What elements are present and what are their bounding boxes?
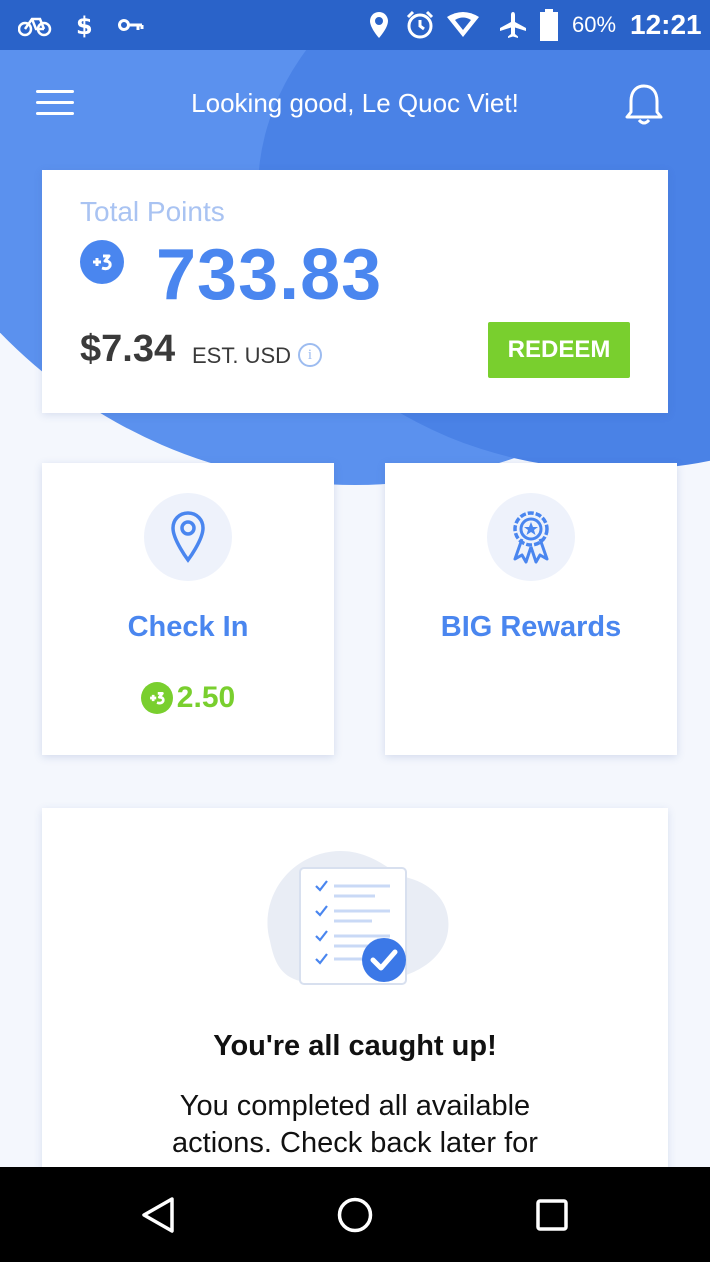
caught-up-title: You're all caught up! (213, 1030, 497, 1062)
total-points-card: Total Points 733.83 $7.34 EST. USD i RED… (42, 170, 668, 413)
redeem-button[interactable]: REDEEM (488, 322, 630, 378)
clock: 12:21 (630, 9, 702, 40)
check-in-reward-value: 2.50 (176, 681, 236, 714)
key-icon (118, 0, 144, 50)
info-icon[interactable]: i (298, 343, 322, 367)
caught-up-card: You're all caught up! You completed all … (42, 808, 668, 1208)
award-ribbon-icon (513, 511, 549, 564)
airplane-icon (498, 0, 528, 50)
battery-percent: 60% (572, 12, 617, 37)
caught-up-body: You completed all available actions. Che… (172, 1090, 538, 1159)
total-points-label: Total Points (80, 196, 225, 227)
points-coin-icon (80, 240, 124, 284)
header-greeting: Looking good, Le Quoc Viet! (191, 88, 519, 118)
usd-label: EST. USD (192, 343, 292, 368)
home-icon[interactable] (336, 1196, 374, 1234)
check-in-icon-circle (144, 493, 232, 581)
recents-icon[interactable] (535, 1198, 569, 1232)
big-rewards-icon-circle (487, 493, 575, 581)
big-rewards-title: BIG Rewards (440, 611, 622, 643)
total-points-value: 733.83 (156, 235, 383, 315)
check-in-title: Check In (127, 611, 249, 643)
location-pin-icon (171, 511, 205, 563)
back-icon[interactable] (140, 1196, 176, 1234)
svg-text:$: $ (76, 12, 93, 40)
bell-icon[interactable] (622, 82, 666, 128)
alarm-icon (405, 0, 435, 50)
checklist-illustration (267, 851, 449, 985)
status-bar: $ 60% 12:21 (0, 0, 710, 50)
wifi-icon (446, 0, 480, 50)
check-in-reward: 2.50 (42, 681, 334, 715)
navigation-bar (0, 1167, 710, 1262)
big-rewards-tile[interactable]: BIG Rewards (385, 463, 677, 755)
dollar-icon: $ (74, 0, 94, 50)
bike-icon (18, 0, 52, 50)
battery-icon (538, 0, 560, 50)
reward-coin-icon (140, 682, 173, 714)
check-in-tile[interactable]: Check In 2.50 (42, 463, 334, 755)
usd-amount: $7.34 (80, 328, 176, 370)
location-icon (368, 0, 390, 50)
